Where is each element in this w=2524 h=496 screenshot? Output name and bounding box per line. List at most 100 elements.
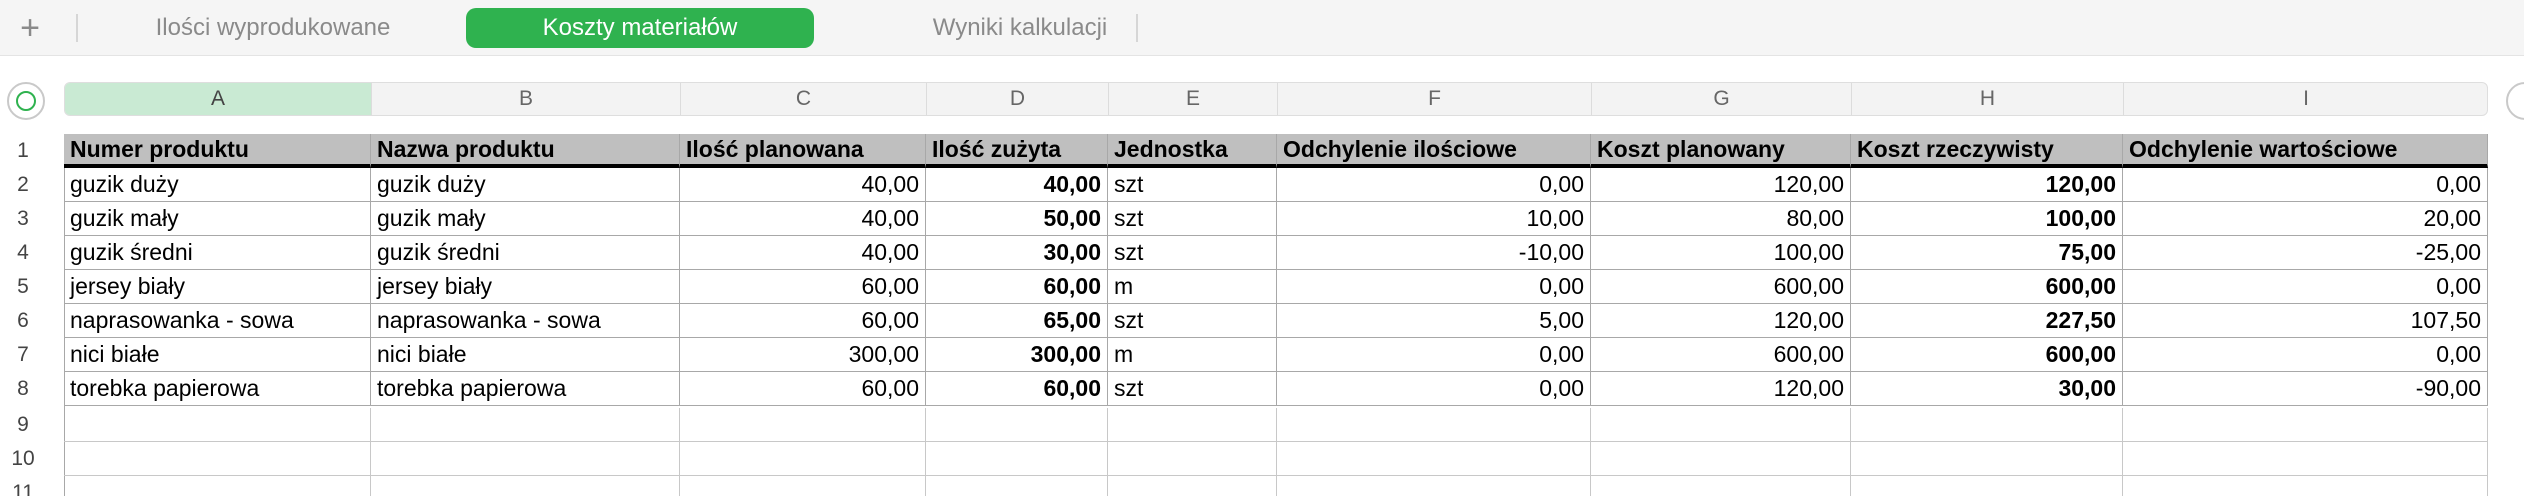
table-cell[interactable]: 40,00 — [926, 168, 1108, 202]
table-cell[interactable]: -90,00 — [2123, 372, 2488, 406]
table-cell[interactable]: 60,00 — [926, 270, 1108, 304]
table-cell[interactable]: nici białe — [371, 338, 680, 372]
header-cell-b[interactable]: Nazwa produktu — [371, 134, 680, 168]
table-cell[interactable]: 300,00 — [680, 338, 926, 372]
empty-cell[interactable] — [1277, 442, 1591, 476]
header-cell-h[interactable]: Koszt rzeczywisty — [1851, 134, 2123, 168]
table-cell[interactable]: 60,00 — [680, 304, 926, 338]
empty-cell[interactable] — [926, 476, 1108, 496]
select-all-button[interactable] — [7, 82, 45, 120]
table-cell[interactable]: 300,00 — [926, 338, 1108, 372]
table-cell[interactable]: szt — [1108, 236, 1277, 270]
column-header-e[interactable]: E — [1109, 83, 1278, 115]
empty-cell[interactable] — [1277, 476, 1591, 496]
table-cell[interactable]: 0,00 — [1277, 372, 1591, 406]
row-header-6[interactable]: 6 — [0, 304, 46, 338]
table-cell[interactable]: jersey biały — [64, 270, 371, 304]
column-header-c[interactable]: C — [681, 83, 927, 115]
table-cell[interactable]: -25,00 — [2123, 236, 2488, 270]
table-cell[interactable]: 65,00 — [926, 304, 1108, 338]
table-cell[interactable]: -10,00 — [1277, 236, 1591, 270]
table-cell[interactable]: 120,00 — [1591, 168, 1851, 202]
header-cell-g[interactable]: Koszt planowany — [1591, 134, 1851, 168]
table-cell[interactable]: guzik duży — [371, 168, 680, 202]
table-cell[interactable]: nici białe — [64, 338, 371, 372]
table-cell[interactable]: naprasowanka - sowa — [64, 304, 371, 338]
table-cell[interactable]: 60,00 — [680, 372, 926, 406]
table-cell[interactable]: jersey biały — [371, 270, 680, 304]
row-header-7[interactable]: 7 — [0, 338, 46, 372]
column-header-i[interactable]: I — [2124, 83, 2487, 115]
table-cell[interactable]: 75,00 — [1851, 236, 2123, 270]
row-header-8[interactable]: 8 — [0, 372, 46, 406]
empty-cell[interactable] — [1591, 442, 1851, 476]
table-cell[interactable]: 227,50 — [1851, 304, 2123, 338]
table-cell[interactable]: guzik mały — [371, 202, 680, 236]
row-header-4[interactable]: 4 — [0, 236, 46, 270]
row-header-9[interactable]: 9 — [0, 408, 46, 442]
table-cell[interactable]: m — [1108, 270, 1277, 304]
column-header-b[interactable]: B — [372, 83, 681, 115]
empty-cell[interactable] — [371, 408, 680, 442]
table-cell[interactable]: 30,00 — [926, 236, 1108, 270]
table-cell[interactable]: 600,00 — [1851, 338, 2123, 372]
table-cell[interactable]: 80,00 — [1591, 202, 1851, 236]
table-cell[interactable]: 107,50 — [2123, 304, 2488, 338]
table-cell[interactable]: 100,00 — [1851, 202, 2123, 236]
table-cell[interactable]: 30,00 — [1851, 372, 2123, 406]
table-cell[interactable]: 100,00 — [1591, 236, 1851, 270]
table-cell[interactable]: 600,00 — [1591, 338, 1851, 372]
table-cell[interactable]: 10,00 — [1277, 202, 1591, 236]
tab-koszty-materialow[interactable]: Koszty materiałów — [466, 8, 814, 48]
table-cell[interactable]: guzik duży — [64, 168, 371, 202]
table-cell[interactable]: 600,00 — [1851, 270, 2123, 304]
table-cell[interactable]: 0,00 — [2123, 270, 2488, 304]
row-header-1[interactable]: 1 — [0, 134, 46, 168]
table-cell[interactable]: naprasowanka - sowa — [371, 304, 680, 338]
empty-cell[interactable] — [371, 442, 680, 476]
table-cell[interactable]: 600,00 — [1591, 270, 1851, 304]
table-handle-right[interactable] — [2506, 82, 2524, 120]
table-cell[interactable]: 40,00 — [680, 236, 926, 270]
empty-cell[interactable] — [680, 442, 926, 476]
table-cell[interactable]: 0,00 — [1277, 168, 1591, 202]
table-cell[interactable]: 50,00 — [926, 202, 1108, 236]
empty-cell[interactable] — [64, 408, 371, 442]
table-cell[interactable]: 120,00 — [1591, 372, 1851, 406]
header-cell-f[interactable]: Odchylenie ilościowe — [1277, 134, 1591, 168]
empty-cell[interactable] — [2123, 442, 2488, 476]
empty-cell[interactable] — [926, 442, 1108, 476]
tab-ilosci-wyprodukowane[interactable]: Ilości wyprodukowane — [106, 8, 440, 48]
table-cell[interactable]: guzik średni — [371, 236, 680, 270]
empty-cell[interactable] — [64, 476, 371, 496]
empty-cell[interactable] — [680, 408, 926, 442]
column-header-h[interactable]: H — [1852, 83, 2124, 115]
header-cell-c[interactable]: Ilość planowana — [680, 134, 926, 168]
table-cell[interactable]: 0,00 — [1277, 270, 1591, 304]
column-header-a[interactable]: A — [65, 83, 372, 115]
table-cell[interactable]: guzik mały — [64, 202, 371, 236]
table-cell[interactable]: szt — [1108, 304, 1277, 338]
empty-cell[interactable] — [1851, 442, 2123, 476]
empty-cell[interactable] — [2123, 476, 2488, 496]
row-header-2[interactable]: 2 — [0, 168, 46, 202]
tab-wyniki-kalkulacji[interactable]: Wyniki kalkulacji — [840, 8, 1200, 48]
empty-cell[interactable] — [2123, 408, 2488, 442]
header-cell-i[interactable]: Odchylenie wartościowe — [2123, 134, 2488, 168]
table-cell[interactable]: 60,00 — [926, 372, 1108, 406]
empty-cell[interactable] — [1277, 408, 1591, 442]
table-cell[interactable]: 0,00 — [2123, 338, 2488, 372]
column-header-d[interactable]: D — [927, 83, 1109, 115]
header-cell-a[interactable]: Numer produktu — [64, 134, 371, 168]
header-cell-e[interactable]: Jednostka — [1108, 134, 1277, 168]
row-header-11[interactable]: 11 — [0, 476, 46, 496]
table-cell[interactable]: szt — [1108, 202, 1277, 236]
table-cell[interactable]: torebka papierowa — [371, 372, 680, 406]
empty-cell[interactable] — [1108, 408, 1277, 442]
row-header-3[interactable]: 3 — [0, 202, 46, 236]
table-cell[interactable]: 0,00 — [1277, 338, 1591, 372]
table-cell[interactable]: 20,00 — [2123, 202, 2488, 236]
empty-cell[interactable] — [1591, 476, 1851, 496]
empty-cell[interactable] — [1108, 442, 1277, 476]
header-cell-d[interactable]: Ilość zużyta — [926, 134, 1108, 168]
